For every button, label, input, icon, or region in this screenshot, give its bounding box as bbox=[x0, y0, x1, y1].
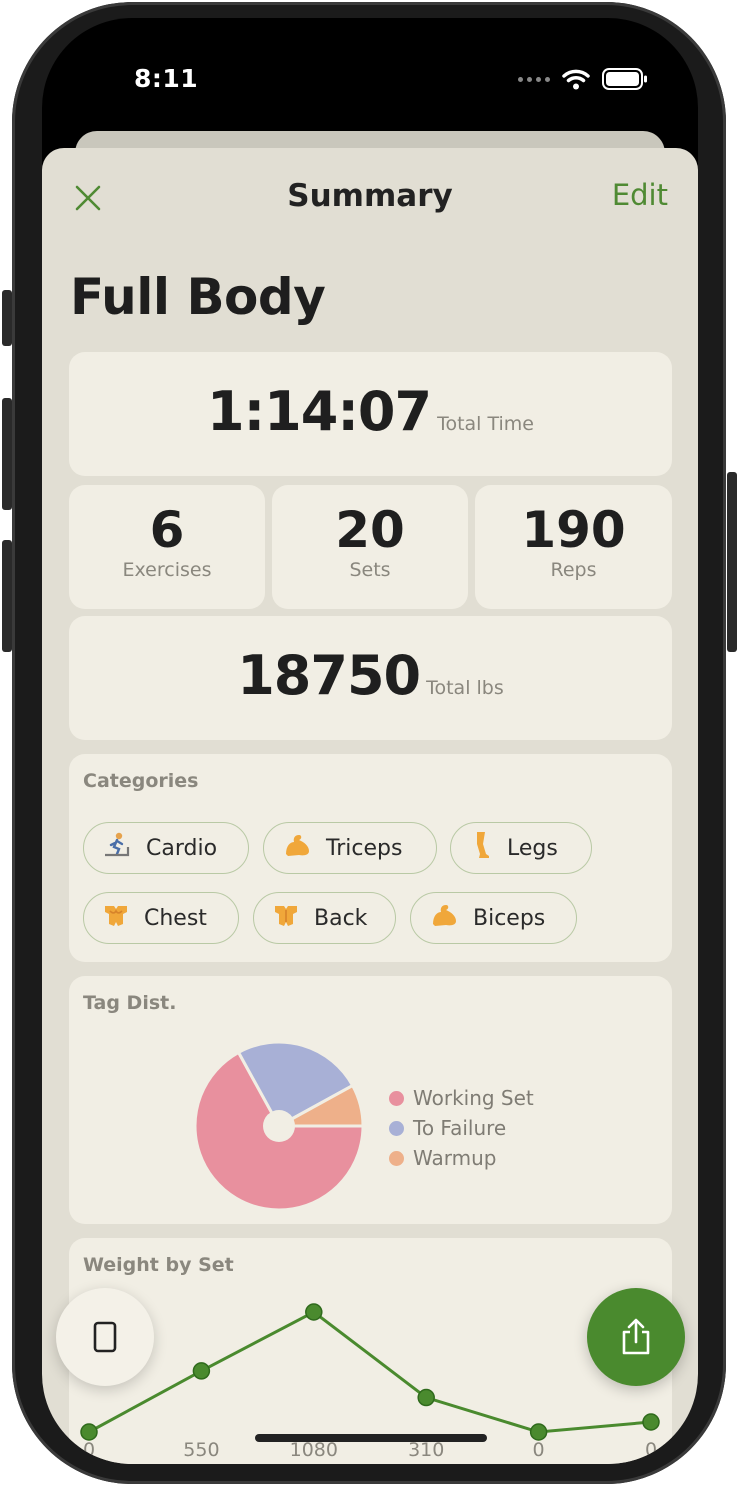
total-lbs-value: 18750 bbox=[237, 644, 421, 707]
data-point-label: 310 bbox=[408, 1439, 444, 1461]
power-button bbox=[727, 472, 737, 652]
data-point bbox=[305, 1303, 323, 1321]
summary-sheet: Summary Edit Full Body 1:14:07 Total Tim… bbox=[42, 148, 698, 1464]
treadmill-icon bbox=[102, 832, 132, 864]
data-point bbox=[192, 1362, 211, 1380]
data-point bbox=[417, 1388, 435, 1407]
category-chip-label: Legs bbox=[507, 835, 558, 861]
category-chip-chest[interactable]: Chest bbox=[83, 892, 239, 944]
share-button[interactable] bbox=[587, 1288, 685, 1386]
total-time-label: Total Time bbox=[437, 413, 534, 435]
category-chip-biceps[interactable]: Biceps bbox=[410, 892, 577, 944]
legend-item-warmup: Warmup bbox=[389, 1146, 534, 1170]
category-chip-label: Cardio bbox=[146, 835, 218, 861]
categories-label: Categories bbox=[83, 770, 199, 792]
data-point-label: 0 bbox=[645, 1439, 657, 1461]
volume-down-button bbox=[2, 540, 12, 652]
category-chip-label: Triceps bbox=[326, 835, 403, 861]
sets-label: Sets bbox=[349, 559, 391, 581]
pie-center-hole bbox=[263, 1110, 295, 1142]
nav-title: Summary bbox=[287, 178, 453, 214]
phone-toggle-button[interactable] bbox=[56, 1288, 154, 1386]
reps-label: Reps bbox=[550, 559, 597, 581]
flexed-arm-icon bbox=[429, 902, 459, 934]
category-chip-label: Chest bbox=[144, 905, 207, 931]
reps-value: 190 bbox=[521, 501, 626, 559]
tag-dist-pie-chart bbox=[193, 1040, 365, 1212]
legend-swatch bbox=[389, 1150, 404, 1166]
tag-dist-card: Tag Dist. Working Set To Failure Warmup bbox=[69, 976, 672, 1224]
legend-swatch bbox=[389, 1120, 404, 1136]
tag-dist-legend: Working Set To Failure Warmup bbox=[389, 1086, 534, 1176]
data-point-label: 0 bbox=[533, 1439, 545, 1461]
total-time-card: 1:14:07 Total Time bbox=[69, 352, 672, 476]
flexed-arm-icon bbox=[282, 832, 312, 864]
status-time: 8:11 bbox=[134, 64, 199, 93]
legend-label: To Failure bbox=[413, 1116, 507, 1140]
battery-icon bbox=[602, 68, 647, 90]
phone-icon bbox=[93, 1321, 117, 1353]
total-lbs-card: 18750 Total lbs bbox=[69, 616, 672, 740]
action-button bbox=[2, 290, 12, 346]
edit-button[interactable]: Edit bbox=[612, 178, 668, 212]
share-icon bbox=[622, 1318, 650, 1355]
total-lbs-label: Total lbs bbox=[426, 677, 504, 699]
workout-title: Full Body bbox=[70, 268, 326, 326]
exercises-label: Exercises bbox=[122, 559, 212, 581]
home-indicator bbox=[255, 1434, 487, 1442]
weight-by-set-card: Weight by Set 0 550 1080 310 0 0 bbox=[69, 1238, 672, 1464]
volume-up-button bbox=[2, 398, 12, 510]
legend-swatch bbox=[389, 1090, 404, 1106]
nav-bar: Summary Edit bbox=[42, 148, 698, 248]
sets-card: 20 Sets bbox=[272, 485, 468, 609]
leg-icon bbox=[469, 830, 493, 866]
legend-item-to-failure: To Failure bbox=[389, 1116, 534, 1140]
legend-item-working-set: Working Set bbox=[389, 1086, 534, 1110]
exercises-card: 6 Exercises bbox=[69, 485, 265, 609]
total-time-value: 1:14:07 bbox=[207, 380, 432, 443]
category-chip-label: Back bbox=[314, 905, 368, 931]
category-chip-triceps[interactable]: Triceps bbox=[263, 822, 437, 874]
wifi-icon bbox=[562, 69, 590, 90]
data-point-label: 1080 bbox=[290, 1439, 338, 1461]
screen: 8:11 Summary Edit Full Body 1:14:07 Tota… bbox=[42, 18, 698, 1464]
legend-label: Working Set bbox=[413, 1086, 534, 1110]
category-chip-cardio[interactable]: Cardio bbox=[83, 822, 249, 874]
data-point-label: 0 bbox=[83, 1439, 95, 1461]
data-point bbox=[80, 1423, 98, 1441]
legend-label: Warmup bbox=[413, 1146, 497, 1170]
weight-line bbox=[88, 1310, 652, 1434]
data-point bbox=[529, 1423, 548, 1441]
category-chip-label: Biceps bbox=[473, 905, 546, 931]
data-point bbox=[642, 1413, 660, 1431]
reps-card: 190 Reps bbox=[475, 485, 672, 609]
weight-by-set-line-chart: 0 550 1080 310 0 0 bbox=[80, 1303, 660, 1461]
data-point-label: 550 bbox=[183, 1439, 219, 1461]
category-chip-legs[interactable]: Legs bbox=[450, 822, 592, 874]
sets-value: 20 bbox=[335, 501, 405, 559]
chest-icon bbox=[102, 902, 130, 934]
category-chip-back[interactable]: Back bbox=[253, 892, 396, 944]
exercises-value: 6 bbox=[149, 501, 185, 559]
tag-dist-label: Tag Dist. bbox=[83, 992, 177, 1014]
back-icon bbox=[272, 902, 300, 934]
categories-card: Categories Cardio Triceps Legs Chest Bac… bbox=[69, 754, 672, 962]
cellular-signal-icon bbox=[518, 76, 550, 82]
status-icons bbox=[518, 68, 648, 90]
